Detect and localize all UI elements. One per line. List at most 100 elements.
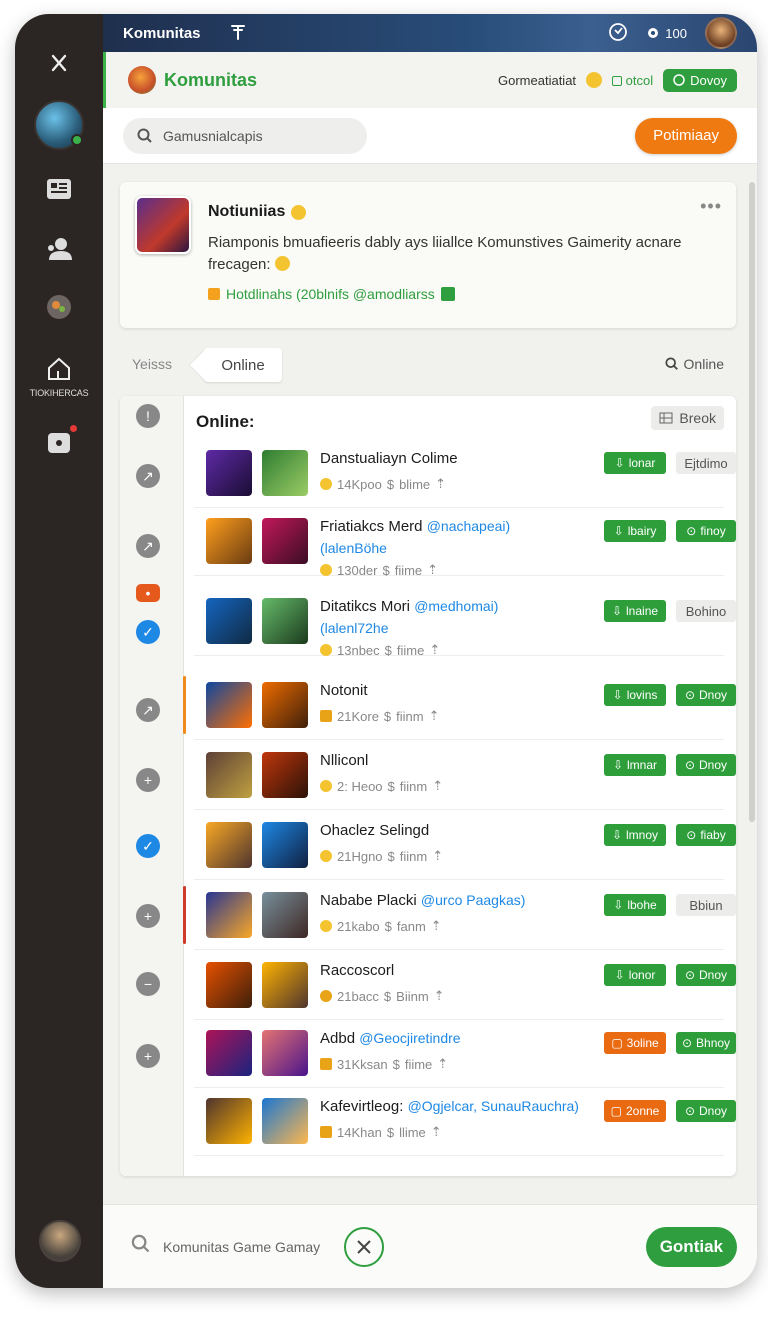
row-secondary-button[interactable]: ⊙ Dnoy: [676, 964, 736, 986]
row-handle[interactable]: @Geocjiretindre: [359, 1030, 460, 1046]
row-title[interactable]: Kafevirtleog: @Ogjelcar, SunauRauchra): [320, 1098, 579, 1115]
row-secondary-button[interactable]: ⊙ Dnoy: [676, 754, 736, 776]
list-item[interactable]: Danstualiayn Colime 14Kpoo $ blime ⇡ ⇩ lo…: [194, 438, 736, 508]
upvote-icon[interactable]: ⇡: [429, 708, 440, 724]
search-input[interactable]: Gamusnialcapis: [123, 117, 367, 154]
edit-icon[interactable]: ↗: [136, 534, 160, 558]
pin-icon[interactable]: [229, 21, 247, 46]
contact-button[interactable]: Gontiak: [645, 1226, 737, 1267]
news-icon[interactable]: [44, 174, 74, 204]
edit-icon[interactable]: ↗: [136, 698, 160, 722]
row-title[interactable]: Ditatikcs Mori @medhomai): [320, 598, 498, 615]
tab-online[interactable]: Online: [204, 348, 282, 382]
row-title[interactable]: Friatiakcs Merd @nachapeai): [320, 518, 510, 535]
upvote-icon[interactable]: ⇡: [429, 642, 440, 658]
rail-notifications-item[interactable]: [15, 423, 103, 458]
game-thumbnail[interactable]: [206, 962, 252, 1008]
game-thumbnail[interactable]: [262, 598, 308, 644]
row-primary-button[interactable]: ⇩ lmnar: [604, 754, 666, 776]
header-action-button[interactable]: Dovoy: [663, 68, 737, 92]
game-thumbnail[interactable]: [206, 682, 252, 728]
list-item[interactable]: Kafevirtleog: @Ogjelcar, SunauRauchra) 1…: [194, 1086, 736, 1156]
row-primary-button[interactable]: ⇩ lonar: [604, 452, 666, 474]
row-handle-secondary[interactable]: (lalenBöhe: [320, 540, 387, 556]
game-thumbnail[interactable]: [206, 598, 252, 644]
row-secondary-button[interactable]: Ejtdimo: [676, 452, 736, 474]
upvote-icon[interactable]: ⇡: [427, 562, 438, 578]
user-avatar[interactable]: [705, 17, 737, 49]
rail-bottom-avatar[interactable]: [39, 1220, 81, 1262]
info-icon[interactable]: !: [136, 404, 160, 428]
row-title[interactable]: Nababe Placki @urco Paagkas): [320, 892, 525, 909]
row-secondary-button[interactable]: ⊙ fiaby: [676, 824, 736, 846]
list-item[interactable]: Ohaclez Selingd 21Hgno $ fiinm ⇡ ⇩ lmnoy ⊙…: [194, 810, 736, 880]
upvote-icon[interactable]: ⇡: [437, 1056, 448, 1072]
row-title[interactable]: Nlliconl: [320, 752, 368, 769]
row-title[interactable]: Raccoscorl: [320, 962, 394, 979]
row-handle[interactable]: @urco Paagkas): [421, 892, 525, 908]
row-primary-button[interactable]: ⇩ lmnoy: [604, 824, 666, 846]
upvote-icon[interactable]: ⇡: [434, 988, 445, 1004]
game-thumbnail[interactable]: [206, 1030, 252, 1076]
list-item[interactable]: Ditatikcs Mori @medhomai) (lalenl72he 13n…: [194, 586, 736, 658]
game-thumbnail[interactable]: [262, 1030, 308, 1076]
game-thumbnail[interactable]: [206, 518, 252, 564]
row-secondary-button[interactable]: Bbiun: [676, 894, 736, 916]
game-thumbnail[interactable]: [206, 450, 252, 496]
add-icon[interactable]: +: [136, 768, 160, 792]
row-secondary-button[interactable]: ⊙ Dnoy: [676, 684, 736, 706]
row-primary-button[interactable]: ⇩ lnaine: [604, 600, 666, 622]
check-icon[interactable]: ✓: [136, 834, 160, 858]
coin-counter[interactable]: 100: [646, 26, 687, 41]
header-link[interactable]: otcol: [612, 73, 653, 88]
rail-friends-item[interactable]: [15, 234, 103, 264]
row-handle-secondary[interactable]: (lalenl72he: [320, 620, 389, 636]
list-item[interactable]: Notonit 21Kore $ fiinm ⇡ ⇩ lovins ⊙ Dnoy: [183, 670, 736, 740]
game-thumbnail[interactable]: [262, 892, 308, 938]
remove-icon[interactable]: −: [136, 972, 160, 996]
upvote-icon[interactable]: ⇡: [432, 778, 443, 794]
more-options-icon[interactable]: •••: [700, 196, 722, 217]
row-primary-button[interactable]: ⇩ lonor: [604, 964, 666, 986]
row-secondary-button[interactable]: Bohino: [676, 600, 736, 622]
list-item[interactable]: Friatiakcs Merd @nachapeai) (lalenBöhe 13…: [194, 506, 736, 578]
search-icon[interactable]: [131, 1234, 151, 1259]
rail-home-item[interactable]: TIOKIHERCAS: [15, 354, 103, 398]
add-icon[interactable]: +: [136, 904, 160, 928]
rail-news-item[interactable]: [15, 174, 103, 204]
game-thumbnail[interactable]: [262, 1098, 308, 1144]
row-primary-button[interactable]: ▢ 3oline: [604, 1032, 666, 1054]
refresh-icon[interactable]: [608, 22, 628, 45]
post-tags[interactable]: Hotdlinahs (20blnifs @amodliarss: [208, 286, 455, 302]
game-thumbnail[interactable]: [206, 822, 252, 868]
row-primary-button[interactable]: ⇩ lbohe: [604, 894, 666, 916]
row-handle[interactable]: @nachapeai): [427, 518, 511, 534]
list-item[interactable]: Nababe Placki @urco Paagkas) 21kabo $ fa…: [183, 880, 736, 950]
bolt-icon[interactable]: [44, 48, 74, 78]
users-icon[interactable]: [44, 234, 74, 264]
game-thumbnail[interactable]: [262, 518, 308, 564]
rail-games-item[interactable]: [15, 292, 103, 322]
game-thumbnail[interactable]: [206, 752, 252, 798]
upvote-icon[interactable]: ⇡: [432, 848, 443, 864]
online-filter[interactable]: Online: [664, 356, 724, 372]
row-handle[interactable]: @medhomai): [414, 598, 498, 614]
rail-close-item[interactable]: [15, 48, 103, 78]
list-item[interactable]: Adbd @Geocjiretindre 31Kksan $ fiime ⇡ ▢…: [194, 1018, 736, 1088]
break-button[interactable]: Breok: [651, 406, 724, 430]
list-item[interactable]: Nlliconl 2: Heoo $ fiinm ⇡ ⇩ lmnar ⊙ Dnoy: [194, 740, 736, 810]
check-icon[interactable]: ✓: [136, 620, 160, 644]
upvote-icon[interactable]: ⇡: [431, 1124, 442, 1140]
row-title[interactable]: Ohaclez Selingd: [320, 822, 429, 839]
scrollbar[interactable]: [749, 182, 755, 822]
add-icon[interactable]: +: [136, 1044, 160, 1068]
game-thumbnail[interactable]: [262, 450, 308, 496]
row-primary-button[interactable]: ▢ 2onne: [604, 1100, 666, 1122]
upvote-icon[interactable]: ⇡: [431, 918, 442, 934]
game-thumbnail[interactable]: [262, 962, 308, 1008]
game-thumbnail[interactable]: [206, 1098, 252, 1144]
list-item[interactable]: Raccoscorl 21bacc $ Biinm ⇡ ⇩ lonor ⊙ Dnoy: [194, 950, 736, 1020]
row-secondary-button[interactable]: ⊙ finoy: [676, 520, 736, 542]
row-secondary-button[interactable]: ⊙ Bhnoy: [676, 1032, 736, 1054]
rail-profile-item[interactable]: [15, 100, 103, 150]
